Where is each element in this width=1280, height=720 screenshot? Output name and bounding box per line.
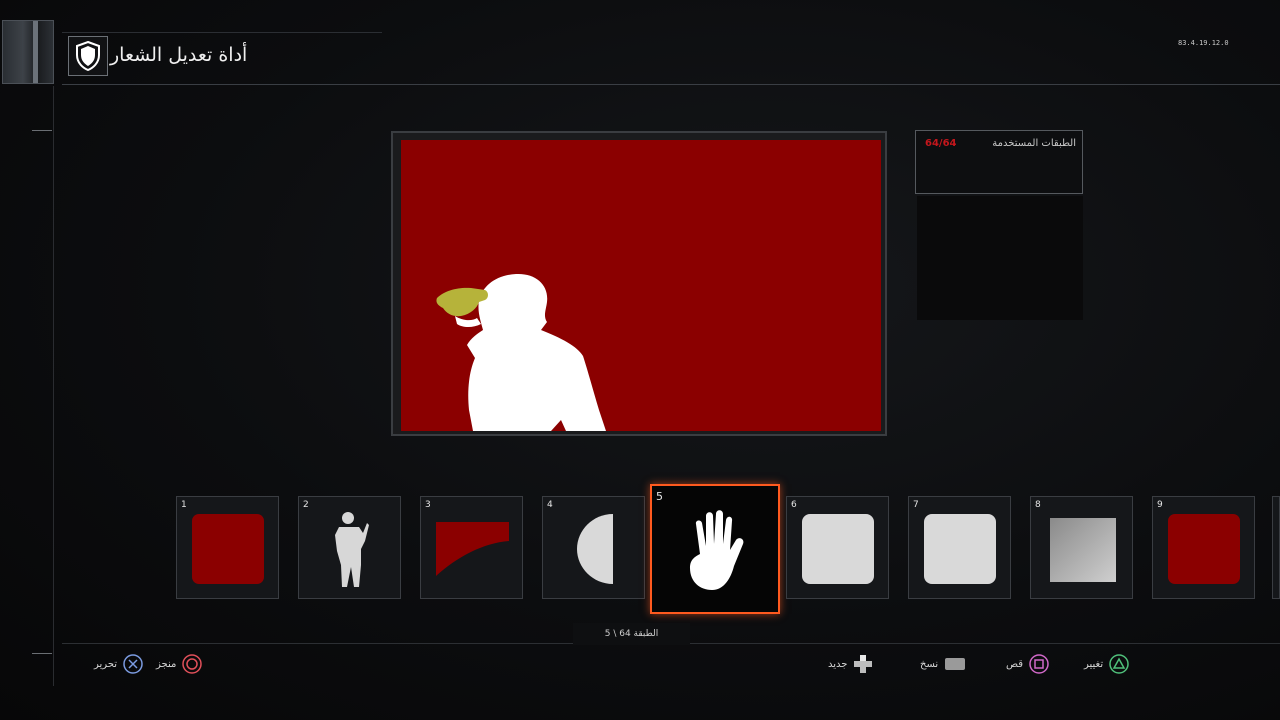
layer-slot-2[interactable]: 2 bbox=[298, 496, 401, 599]
emblem-canvas-frame bbox=[391, 131, 887, 436]
tick-mark bbox=[32, 130, 52, 131]
layer-slot-3[interactable]: 3 bbox=[420, 496, 523, 599]
red-curve-shape-icon bbox=[436, 522, 509, 576]
copy-label: نسخ bbox=[920, 658, 939, 670]
layer-slot-4[interactable]: 4 bbox=[542, 496, 645, 599]
layers-used-label: الطبقات المستخدمة bbox=[992, 138, 1076, 149]
layer-slot-5-selected[interactable]: 5 bbox=[650, 484, 780, 614]
layer-slot-partial[interactable] bbox=[1272, 496, 1280, 599]
done-control[interactable]: منجز bbox=[156, 653, 203, 675]
red-square-icon bbox=[192, 514, 264, 584]
layer-number: 9 bbox=[1157, 500, 1163, 510]
done-label: منجز bbox=[156, 658, 177, 670]
header-divider bbox=[62, 84, 1280, 85]
emblem-preview bbox=[401, 140, 881, 431]
layer-number: 3 bbox=[425, 500, 431, 510]
change-control[interactable]: تغيير bbox=[1084, 653, 1129, 675]
layer-info-area bbox=[917, 196, 1083, 320]
white-square-icon bbox=[802, 514, 874, 584]
layer-strip: 1 2 3 4 5 6 7 8 9 bbox=[0, 482, 1280, 617]
touchpad-icon bbox=[945, 658, 966, 670]
new-label: جديد bbox=[828, 658, 848, 670]
copy-control[interactable]: نسخ bbox=[920, 653, 966, 675]
layers-used-panel: الطبقات المستخدمة 64/64 bbox=[915, 130, 1083, 194]
layer-number: 1 bbox=[181, 500, 187, 510]
layer-slot-1[interactable]: 1 bbox=[176, 496, 279, 599]
tick-mark bbox=[32, 653, 52, 654]
layer-position-indicator: الطبقة 64 \ 5 bbox=[573, 623, 690, 645]
soldier-silhouette-icon bbox=[335, 512, 369, 587]
half-circle-icon bbox=[577, 514, 613, 584]
red-square-icon bbox=[1168, 514, 1240, 584]
gradient-square-icon bbox=[1050, 518, 1116, 582]
layer-number: 7 bbox=[913, 500, 919, 510]
dpad-icon bbox=[854, 655, 873, 673]
edit-control[interactable]: تحرير bbox=[94, 653, 143, 675]
layer-slot-6[interactable]: 6 bbox=[786, 496, 889, 599]
white-square-icon bbox=[924, 514, 996, 584]
edit-label: تحرير bbox=[94, 658, 118, 670]
layer-number: 2 bbox=[303, 500, 309, 510]
emblem-canvas[interactable] bbox=[401, 140, 881, 431]
change-label: تغيير bbox=[1084, 658, 1104, 670]
emblem-editor-screen: أداة تعديل الشعار 83.4.19.12.0 الطبقات ا… bbox=[0, 0, 1280, 720]
hand-icon bbox=[690, 510, 744, 590]
layers-used-count: 64/64 bbox=[925, 138, 957, 149]
layer-number: 8 bbox=[1035, 500, 1041, 510]
page-title: أداة تعديل الشعار bbox=[110, 44, 248, 66]
circle-button-icon bbox=[182, 654, 203, 674]
layer-slot-7[interactable]: 7 bbox=[908, 496, 1011, 599]
shield-icon bbox=[68, 36, 108, 76]
layer-number: 5 bbox=[656, 490, 663, 503]
cut-control[interactable]: قص bbox=[1006, 653, 1049, 675]
hardware-bar-decoration bbox=[2, 20, 54, 84]
version-label: 83.4.19.12.0 bbox=[1178, 39, 1229, 47]
triangle-button-icon bbox=[1109, 654, 1129, 674]
layer-number: 4 bbox=[547, 500, 553, 510]
layer-number: 6 bbox=[791, 500, 797, 510]
layer-slot-9[interactable]: 9 bbox=[1152, 496, 1255, 599]
square-button-icon bbox=[1029, 654, 1049, 674]
new-control[interactable]: جديد bbox=[828, 653, 873, 675]
layer-slot-8[interactable]: 8 bbox=[1030, 496, 1133, 599]
cross-button-icon bbox=[123, 654, 143, 674]
cut-label: قص bbox=[1006, 658, 1024, 670]
